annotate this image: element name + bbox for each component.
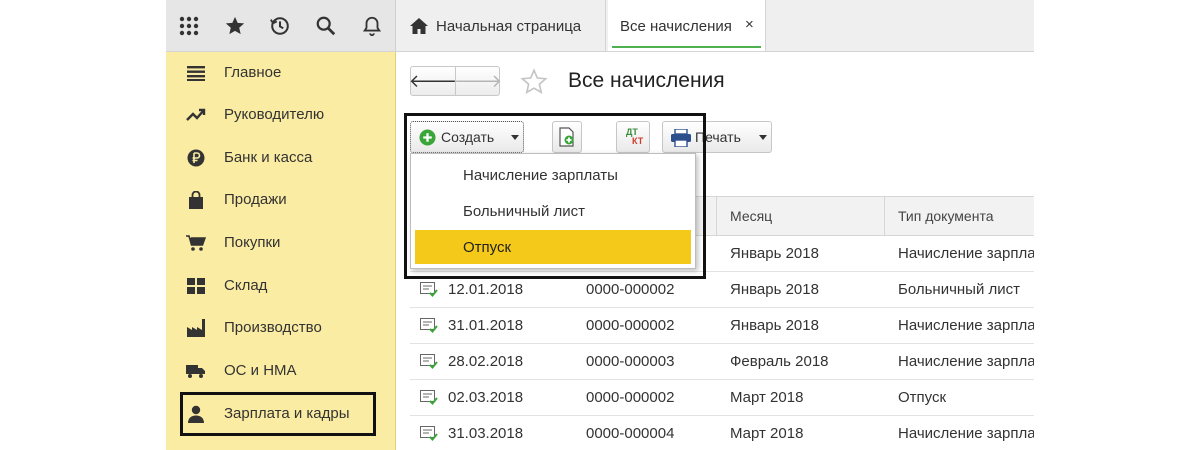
table-row[interactable]: 02.03.2018 0000-000002 Март 2018 Отпуск bbox=[410, 380, 1034, 416]
bell-icon bbox=[363, 16, 382, 36]
tab-label: Все начисления bbox=[620, 18, 732, 35]
cell-doc-type: Начисление зарплаты bbox=[898, 245, 1034, 262]
history-button[interactable] bbox=[258, 0, 304, 52]
sidebar-item-production[interactable]: Производство bbox=[166, 307, 396, 349]
page-title: Все начисления bbox=[568, 69, 725, 92]
cell-month: Январь 2018 bbox=[730, 281, 819, 298]
table-row[interactable]: 28.02.2018 0000-000003 Февраль 2018 Начи… bbox=[410, 344, 1034, 380]
notifications-button[interactable] bbox=[349, 0, 395, 52]
tab-all-accruals[interactable]: Все начисления × bbox=[608, 0, 766, 51]
truck-icon bbox=[186, 361, 206, 381]
sidebar-item-label: Склад bbox=[224, 277, 268, 294]
warehouse-grid-icon bbox=[186, 276, 206, 296]
favorite-star-icon[interactable] bbox=[520, 68, 548, 96]
sidebar-item-main[interactable]: Главное bbox=[166, 52, 396, 94]
shopping-cart-icon bbox=[186, 233, 206, 253]
column-divider bbox=[884, 197, 885, 235]
tab-home[interactable]: Начальная страница bbox=[396, 0, 606, 52]
top-toolbar bbox=[166, 0, 396, 52]
posted-document-icon bbox=[420, 354, 438, 369]
home-icon bbox=[410, 18, 428, 34]
search-button[interactable] bbox=[303, 0, 349, 52]
ruble-coin-icon bbox=[186, 148, 206, 168]
cell-number: 0000-000002 bbox=[586, 389, 675, 406]
sidebar-item-label: ОС и НМА bbox=[224, 362, 297, 379]
posted-document-icon bbox=[420, 282, 438, 297]
posted-document-icon bbox=[420, 390, 438, 405]
cell-month: Февраль 2018 bbox=[730, 353, 829, 370]
cell-doc-type: Больничный лист bbox=[898, 281, 1021, 298]
apps-grid-icon bbox=[179, 16, 199, 35]
sidebar-item-label: Руководителю bbox=[224, 106, 325, 123]
cell-doc-type: Начисление зарплаты bbox=[898, 353, 1034, 370]
sidebar-item-manager[interactable]: Руководителю bbox=[166, 94, 396, 136]
sidebar-highlight-frame bbox=[180, 392, 376, 436]
active-tab-indicator bbox=[612, 46, 761, 48]
sidebar-item-purchases[interactable]: Покупки bbox=[166, 222, 396, 264]
table-row[interactable]: 31.01.2018 0000-000002 Январь 2018 Начис… bbox=[410, 308, 1034, 344]
close-icon[interactable]: × bbox=[745, 17, 754, 32]
app-window: Главное Руководителю Банк и касса Продаж… bbox=[166, 0, 1034, 450]
posted-document-icon bbox=[420, 426, 438, 441]
factory-icon bbox=[186, 318, 206, 338]
chevron-down-icon bbox=[759, 135, 767, 140]
column-divider bbox=[716, 197, 717, 235]
tab-label: Начальная страница bbox=[436, 18, 582, 35]
column-header-doc-type[interactable]: Тип документа bbox=[898, 197, 994, 235]
cell-date: 31.01.2018 bbox=[448, 317, 524, 334]
shopping-bag-icon bbox=[186, 190, 206, 210]
sidebar: Главное Руководителю Банк и касса Продаж… bbox=[166, 52, 396, 450]
cell-month: Март 2018 bbox=[730, 425, 804, 442]
sidebar-item-label: Главное bbox=[224, 64, 282, 81]
cell-doc-type: Начисление зарплаты bbox=[898, 425, 1034, 442]
arrow-left-icon: 🡐 bbox=[408, 71, 458, 91]
history-icon bbox=[270, 16, 290, 35]
posted-document-icon bbox=[420, 318, 438, 333]
favorites-button[interactable] bbox=[212, 0, 258, 52]
sidebar-item-warehouse[interactable]: Склад bbox=[166, 265, 396, 307]
tab-bar: Начальная страница Все начисления × bbox=[396, 0, 1034, 52]
arrow-right-icon: 🡒 bbox=[453, 71, 503, 91]
sidebar-item-label: Продажи bbox=[224, 191, 287, 208]
menu-lines-icon bbox=[186, 63, 206, 83]
history-nav: 🡐 🡒 bbox=[408, 66, 503, 96]
column-header-month[interactable]: Месяц bbox=[730, 197, 772, 235]
sidebar-item-assets[interactable]: ОС и НМА bbox=[166, 350, 396, 392]
search-icon bbox=[316, 16, 336, 35]
cell-month: Март 2018 bbox=[730, 389, 804, 406]
cell-number: 0000-000004 bbox=[586, 425, 675, 442]
sidebar-item-label: Покупки bbox=[224, 234, 281, 251]
cell-month: Январь 2018 bbox=[730, 317, 819, 334]
cell-month: Январь 2018 bbox=[730, 245, 819, 262]
table-row[interactable]: 31.03.2018 0000-000004 Март 2018 Начисле… bbox=[410, 416, 1034, 450]
sidebar-item-label: Производство bbox=[224, 319, 322, 336]
star-icon bbox=[225, 16, 244, 34]
sidebar-item-sales[interactable]: Продажи bbox=[166, 179, 396, 221]
menu-highlight-frame bbox=[404, 113, 706, 279]
cell-number: 0000-000003 bbox=[586, 353, 675, 370]
forward-button[interactable]: 🡒 bbox=[453, 67, 503, 95]
trend-up-icon bbox=[186, 105, 206, 125]
cell-date: 31.03.2018 bbox=[448, 425, 524, 442]
cell-date: 02.03.2018 bbox=[448, 389, 524, 406]
sidebar-item-bank[interactable]: Банк и касса bbox=[166, 137, 396, 179]
apps-grid-button[interactable] bbox=[166, 0, 212, 52]
sidebar-item-label: Банк и касса bbox=[224, 149, 313, 166]
back-button[interactable]: 🡐 bbox=[408, 67, 458, 95]
cell-date: 28.02.2018 bbox=[448, 353, 524, 370]
cell-doc-type: Отпуск bbox=[898, 389, 947, 406]
cell-doc-type: Начисление зарплаты bbox=[898, 317, 1034, 334]
cell-number: 0000-000002 bbox=[586, 317, 675, 334]
